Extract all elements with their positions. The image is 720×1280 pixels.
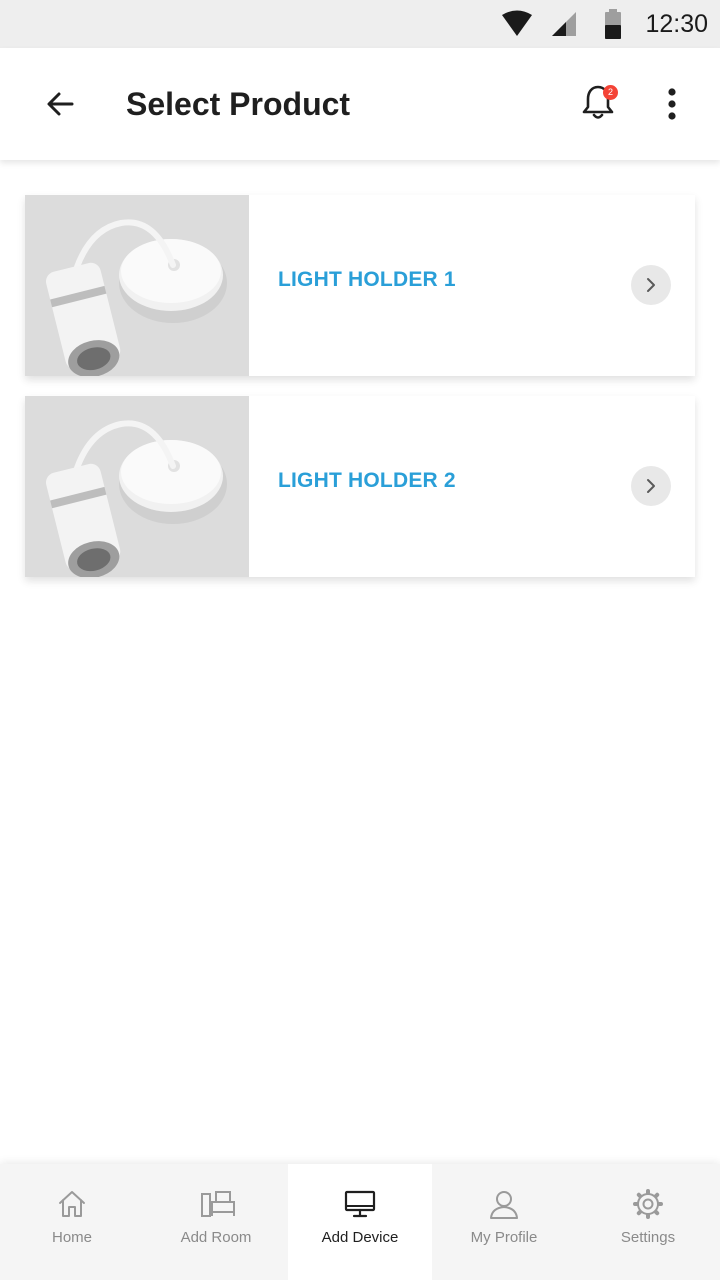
bottom-navigation: Home Add Room Add Device My Profile Sett… (0, 1164, 720, 1280)
product-name: LIGHT HOLDER 2 (278, 469, 456, 492)
nav-label: Add Device (321, 1229, 399, 1246)
product-card-light-holder-1[interactable]: LIGHT HOLDER 1 (25, 195, 695, 376)
gear-icon (632, 1188, 664, 1220)
nav-item-home[interactable]: Home (0, 1164, 144, 1280)
product-list: LIGHT HOLDER 1 LIGHT HOLDER 2 (25, 195, 695, 597)
product-name: LIGHT HOLDER 1 (278, 268, 456, 291)
app-bar: Select Product 2 (0, 48, 720, 160)
notification-badge: 2 (603, 85, 618, 100)
nav-label: Settings (620, 1229, 676, 1246)
nav-item-settings[interactable]: Settings (576, 1164, 720, 1280)
signal-icon (550, 10, 580, 38)
room-icon (200, 1188, 235, 1220)
nav-item-add-room[interactable]: Add Room (144, 1164, 288, 1280)
wifi-icon (500, 10, 534, 38)
notifications-button[interactable]: 2 (574, 80, 622, 128)
back-arrow-icon[interactable] (36, 80, 84, 128)
nav-label: My Profile (470, 1229, 538, 1246)
more-vert-icon[interactable] (650, 80, 694, 128)
product-image (25, 195, 249, 376)
product-card-light-holder-2[interactable]: LIGHT HOLDER 2 (25, 396, 695, 577)
nav-item-add-device[interactable]: Add Device (288, 1164, 432, 1280)
status-bar: 12:30 (0, 0, 720, 48)
monitor-icon (344, 1188, 376, 1220)
profile-icon (488, 1188, 520, 1220)
nav-label: Add Room (180, 1229, 252, 1246)
nav-item-my-profile[interactable]: My Profile (432, 1164, 576, 1280)
chevron-right-icon[interactable] (631, 466, 671, 506)
product-image (25, 396, 249, 577)
page-title: Select Product (126, 86, 351, 122)
chevron-right-icon[interactable] (631, 265, 671, 305)
battery-icon (603, 8, 623, 40)
nav-label: Home (51, 1229, 92, 1246)
status-time: 12:30 (645, 10, 708, 38)
home-icon (56, 1188, 88, 1220)
